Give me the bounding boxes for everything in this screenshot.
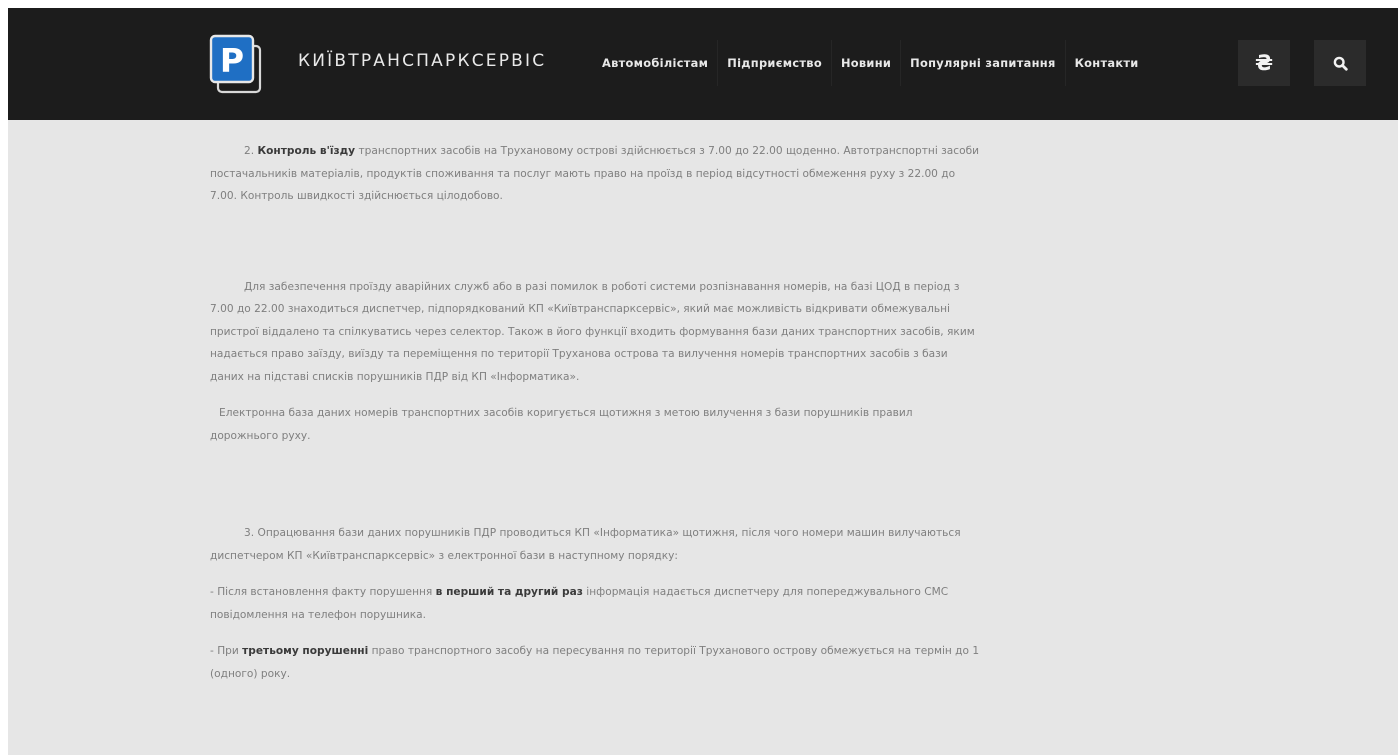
logo-letter: P bbox=[220, 41, 244, 80]
nav-item-company[interactable]: Підприємство bbox=[718, 40, 832, 86]
article-content: 2. Контроль в'їзду транспортних засобів … bbox=[210, 140, 980, 685]
paragraph-database: Електронна база даних номерів транспортн… bbox=[210, 407, 913, 442]
nav-item-contacts[interactable]: Контакти bbox=[1066, 40, 1148, 86]
nav-item-faq[interactable]: Популярні запитання bbox=[901, 40, 1066, 86]
payment-button[interactable]: ₴ bbox=[1238, 40, 1290, 86]
main-nav: Автомобілістам Підприємство Новини Попул… bbox=[593, 40, 1148, 86]
browser-viewport: P КИЇВТРАНСПАРКСЕРВІС Автомобілістам Під… bbox=[8, 8, 1398, 755]
brand-name[interactable]: КИЇВТРАНСПАРКСЕРВІС bbox=[298, 51, 546, 71]
paragraph-entry-control: 2. Контроль в'їзду транспортних засобів … bbox=[210, 145, 979, 202]
parking-logo-icon[interactable]: P bbox=[208, 30, 264, 96]
paragraph-processing: 3. Опрацювання бази даних порушників ПДР… bbox=[210, 527, 961, 562]
paragraph-first-second-violation: - Після встановлення факту порушення в п… bbox=[210, 586, 949, 621]
site-header: P КИЇВТРАНСПАРКСЕРВІС Автомобілістам Під… bbox=[8, 8, 1398, 120]
nav-item-motorists[interactable]: Автомобілістам bbox=[593, 40, 719, 86]
bold-entry-control: Контроль в'їзду bbox=[257, 145, 356, 157]
search-icon bbox=[1333, 56, 1348, 71]
paragraph-dispatcher: Для забезпечення проїзду аварійних служб… bbox=[210, 280, 975, 383]
bold-first-second: в перший та другий раз bbox=[435, 586, 583, 598]
search-button[interactable] bbox=[1314, 40, 1366, 86]
bold-third: третьому порушенні bbox=[242, 645, 369, 657]
hryvnia-icon: ₴ bbox=[1254, 51, 1274, 75]
paragraph-third-violation: - При третьому порушенні право транспорт… bbox=[210, 645, 980, 680]
nav-item-news[interactable]: Новини bbox=[832, 40, 902, 86]
